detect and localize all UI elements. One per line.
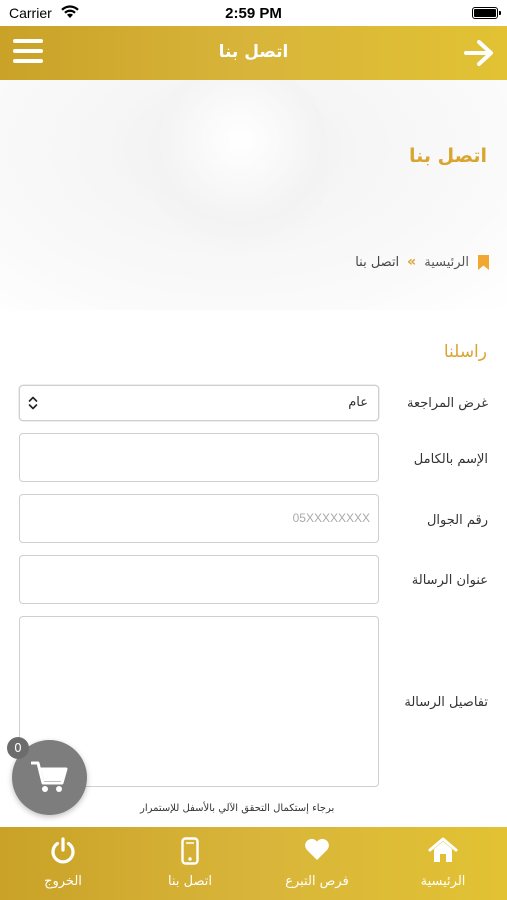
cart-count-badge: 0 [7, 737, 29, 759]
status-bar: Carrier 2:59 PM [0, 0, 507, 26]
purpose-label: غرض المراجعة [407, 396, 488, 411]
breadcrumb: الرئيسية » اتصل بنا [355, 254, 489, 270]
tab-donation-opportunities[interactable]: فرص التبرع [267, 827, 367, 900]
subject-label: عنوان الرسالة [411, 573, 488, 588]
clock-label: 2:59 PM [225, 5, 282, 22]
tab-contact-us[interactable]: اتصل بنا [140, 827, 240, 900]
tab-home[interactable]: الرئيسية [393, 827, 493, 900]
hero-title: اتصل بنا [409, 145, 487, 167]
breadcrumb-current: اتصل بنا [355, 254, 400, 270]
tab-home-label: الرئيسية [420, 874, 466, 889]
up-down-chevron-icon [28, 395, 38, 411]
captcha-note: برجاء إستكمال التحقق الآلي بالأسفل للإست… [140, 803, 335, 814]
breadcrumb-home-link[interactable]: الرئيسية [424, 255, 469, 270]
full-name-label: الإسم بالكامل [413, 452, 488, 467]
purpose-select[interactable]: عام [19, 385, 379, 421]
home-icon [428, 837, 458, 867]
battery-icon [472, 7, 501, 19]
hero-background-image [150, 80, 330, 260]
mobile-placeholder: 05XXXXXXXX [292, 511, 370, 525]
tab-logout[interactable]: الخروج [13, 827, 113, 900]
form-heading: راسلنا [443, 342, 487, 362]
mobile-icon [181, 837, 199, 869]
bookmark-icon [478, 254, 489, 270]
tab-logout-label: الخروج [44, 874, 82, 889]
power-icon [49, 837, 77, 869]
subject-field[interactable] [19, 555, 379, 604]
tab-donation-label: فرص التبرع [285, 874, 349, 889]
page-title: اتصل بنا [218, 42, 289, 62]
full-name-field[interactable] [19, 433, 379, 482]
hero-banner: اتصل بنا الرئيسية » اتصل بنا [0, 80, 507, 310]
breadcrumb-separator: » [407, 254, 417, 270]
top-app-bar: اتصل بنا [0, 26, 507, 80]
heart-icon [304, 837, 330, 865]
tab-contact-label: اتصل بنا [168, 874, 212, 889]
mobile-label: رقم الجوال [426, 513, 488, 528]
back-arrow-icon[interactable] [462, 38, 496, 68]
purpose-selected-value: عام [348, 395, 368, 410]
mobile-field[interactable]: 05XXXXXXXX [19, 494, 379, 543]
details-label: تفاصيل الرسالة [404, 695, 488, 710]
cart-icon [30, 760, 69, 798]
bottom-tab-bar: الرئيسية فرص التبرع اتصل بنا الخروج [0, 827, 507, 900]
